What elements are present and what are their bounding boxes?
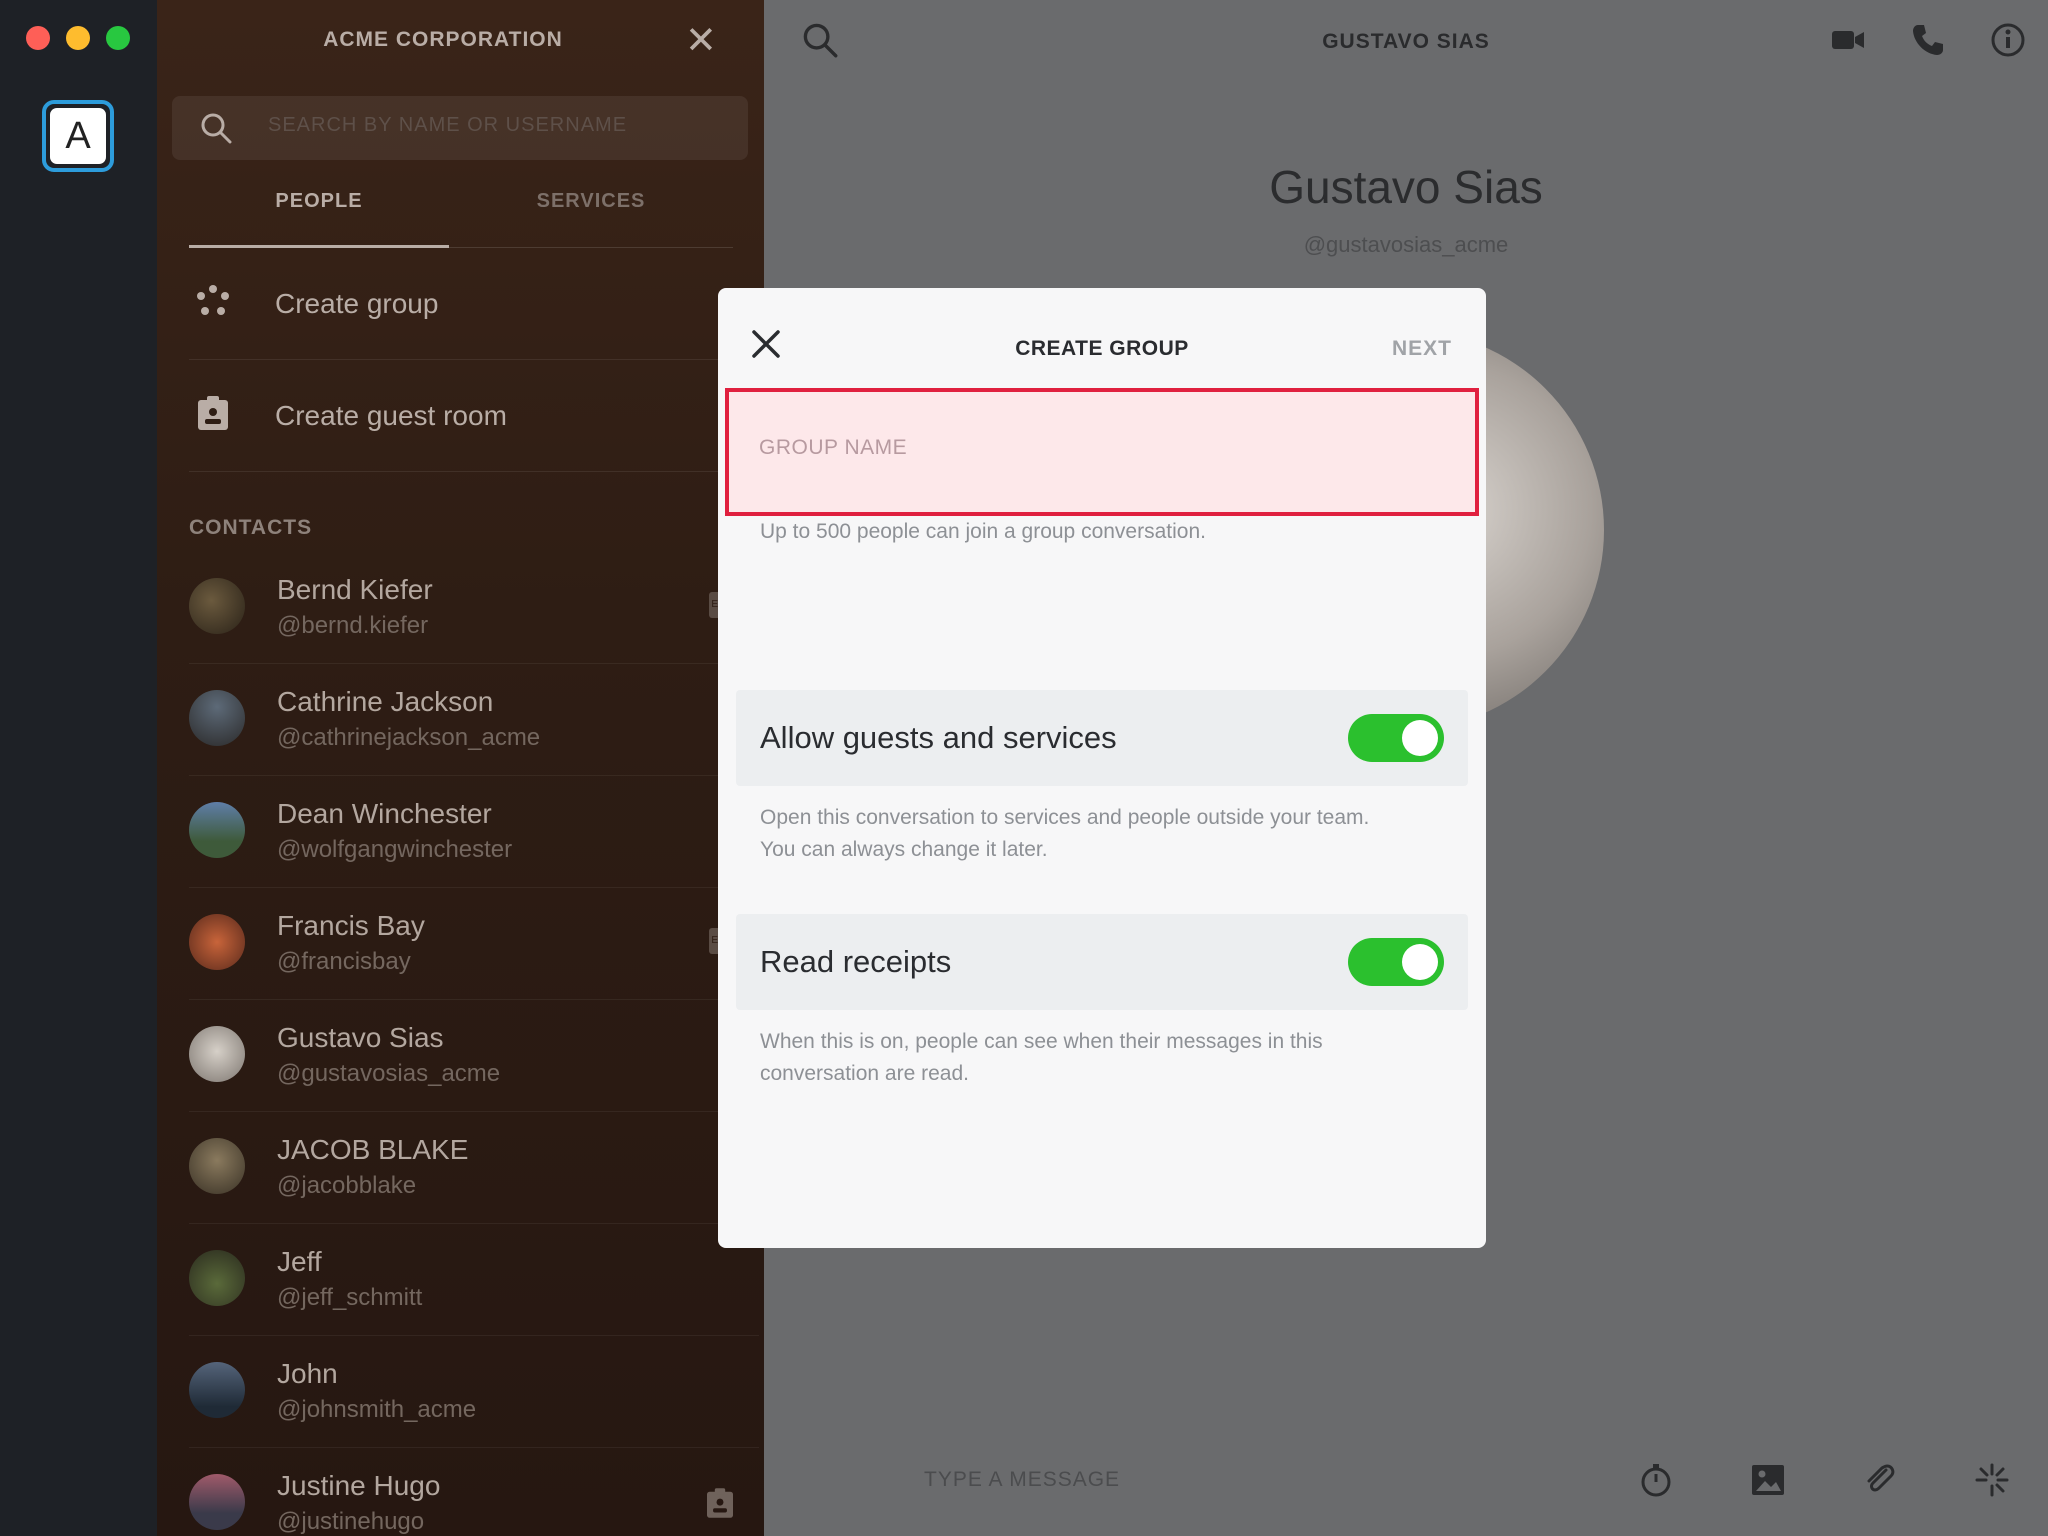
- allow-guests-description-line: You can always change it later.: [760, 838, 1048, 861]
- contact-row[interactable]: Cathrine Jackson @cathrinejackson_acme: [189, 664, 759, 776]
- sidebar-close-icon[interactable]: ✕: [685, 22, 717, 60]
- avatar: [189, 690, 245, 746]
- tab-people[interactable]: PEOPLE: [189, 190, 449, 248]
- contact-name: John: [277, 1358, 338, 1389]
- contact-row[interactable]: Francis Bay @francisbay EX: [189, 888, 759, 1000]
- people-search: [172, 96, 748, 160]
- contact-handle: @bernd.kiefer: [277, 612, 429, 639]
- contact-row[interactable]: Gustavo Sias @gustavosias_acme: [189, 1000, 759, 1112]
- contact-handle: @justinehugo: [277, 1508, 425, 1535]
- allow-guests-setting: Allow guests and services: [736, 690, 1468, 786]
- group-name-input[interactable]: [759, 436, 1439, 460]
- team-rail: A: [0, 0, 157, 1536]
- contact-name: Jeff: [277, 1246, 322, 1277]
- next-button[interactable]: NEXT: [1392, 337, 1452, 361]
- contact-handle: @cathrinejackson_acme: [277, 724, 541, 751]
- tab-services[interactable]: SERVICES: [461, 190, 721, 213]
- toggle-knob: [1402, 720, 1438, 756]
- message-input[interactable]: [924, 1468, 1424, 1492]
- read-receipts-description: When this is on, people can see when the…: [760, 1026, 1323, 1090]
- guest-room-icon: [189, 396, 237, 435]
- guest-icon: [707, 1488, 733, 1523]
- team-avatar[interactable]: A: [42, 100, 114, 172]
- window-minimize-button[interactable]: [66, 26, 90, 50]
- profile-handle: @gustavosias_acme: [1303, 232, 1509, 257]
- team-initial: A: [50, 108, 106, 164]
- create-guest-room-action[interactable]: Create guest room: [189, 360, 759, 472]
- contact-name: Gustavo Sias: [277, 1022, 444, 1053]
- contact-name: Francis Bay: [277, 910, 425, 941]
- contact-row[interactable]: John @johnsmith_acme: [189, 1336, 759, 1448]
- avatar: [189, 1026, 245, 1082]
- allow-guests-label: Allow guests and services: [760, 720, 1117, 755]
- sidebar-tabs: PEOPLE SERVICES: [189, 190, 733, 248]
- create-group-action[interactable]: Create group: [189, 248, 759, 360]
- team-name: ACME CORPORATION: [323, 28, 563, 51]
- allow-guests-toggle[interactable]: [1348, 714, 1444, 762]
- avatar: [189, 578, 245, 634]
- create-group-dialog: CREATE GROUP NEXT Up to 500 people can j…: [718, 288, 1486, 1248]
- timer-icon[interactable]: [1638, 1462, 1674, 1498]
- contact-row[interactable]: JACOB BLAKE @jacobblake: [189, 1112, 759, 1224]
- window-controls: [26, 26, 130, 50]
- read-receipts-label: Read receipts: [760, 944, 952, 979]
- group-icon: [189, 283, 237, 324]
- contact-row[interactable]: Dean Winchester @wolfgangwinchester: [189, 776, 759, 888]
- search-icon: [201, 113, 232, 144]
- conversation-header: GUSTAVO SIAS: [764, 0, 2048, 84]
- group-name-field: [725, 388, 1479, 516]
- contact-handle: @jeff_schmitt: [277, 1284, 423, 1311]
- info-icon[interactable]: [1990, 22, 2026, 58]
- read-receipts-setting: Read receipts: [736, 914, 1468, 1010]
- avatar: [189, 914, 245, 970]
- conversation-sidebar: ACME CORPORATION ✕ PEOPLE SERVICES Creat…: [157, 0, 764, 1536]
- contact-handle: @jacobblake: [277, 1172, 417, 1199]
- contact-handle: @gustavosias_acme: [277, 1060, 501, 1087]
- create-group-label: Create group: [275, 287, 439, 319]
- contact-name: Dean Winchester: [277, 798, 492, 829]
- contact-handle: @francisbay: [277, 948, 411, 975]
- dialog-title: CREATE GROUP: [1015, 337, 1189, 360]
- message-composer: [924, 1468, 1424, 1492]
- contact-handle: @johnsmith_acme: [277, 1396, 477, 1423]
- group-size-hint: Up to 500 people can join a group conver…: [760, 520, 1206, 543]
- window-zoom-button[interactable]: [106, 26, 130, 50]
- contact-handle: @wolfgangwinchester: [277, 836, 513, 863]
- contact-name: JACOB BLAKE: [277, 1134, 469, 1165]
- video-call-icon[interactable]: [1830, 22, 1866, 58]
- contacts-heading: CONTACTS: [189, 516, 313, 539]
- avatar: [189, 1250, 245, 1306]
- avatar: [189, 1474, 245, 1530]
- people-search-input[interactable]: [268, 114, 728, 137]
- phone-call-icon[interactable]: [1910, 22, 1946, 58]
- contact-row[interactable]: Bernd Kiefer @bernd.kiefer EX: [189, 552, 759, 664]
- avatar: [189, 1362, 245, 1418]
- read-receipts-toggle[interactable]: [1348, 938, 1444, 986]
- toggle-knob: [1402, 944, 1438, 980]
- allow-guests-description-line: Open this conversation to services and p…: [760, 806, 1370, 829]
- profile-name: Gustavo Sias: [1269, 161, 1543, 213]
- avatar: [189, 802, 245, 858]
- attachment-icon[interactable]: [1862, 1462, 1898, 1498]
- read-receipts-description-line: When this is on, people can see when the…: [760, 1030, 1323, 1053]
- contact-name: Justine Hugo: [277, 1470, 441, 1501]
- contact-row[interactable]: Jeff @jeff_schmitt: [189, 1224, 759, 1336]
- image-icon[interactable]: [1750, 1462, 1786, 1498]
- avatar: [189, 1138, 245, 1194]
- allow-guests-description: Open this conversation to services and p…: [760, 802, 1369, 866]
- contact-name: Cathrine Jackson: [277, 686, 494, 717]
- ping-icon[interactable]: [1974, 1462, 2010, 1498]
- read-receipts-description-line: conversation are read.: [760, 1062, 969, 1085]
- contact-name: Bernd Kiefer: [277, 574, 433, 605]
- create-guest-room-label: Create guest room: [275, 399, 507, 431]
- contact-row[interactable]: Justine Hugo @justinehugo: [189, 1448, 759, 1536]
- window-close-button[interactable]: [26, 26, 50, 50]
